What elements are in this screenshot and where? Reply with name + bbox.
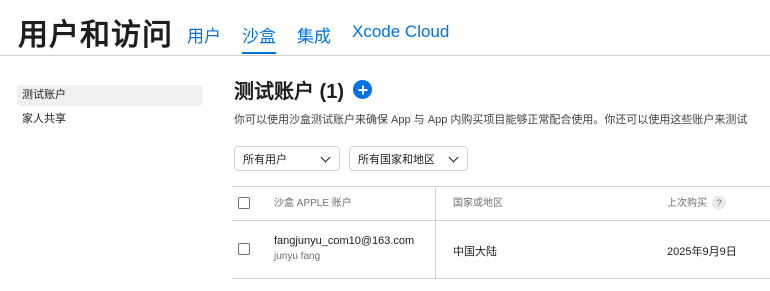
select-all-checkbox[interactable]	[238, 197, 250, 209]
table-row[interactable]: fangjunyu_com10@163.com junyu fang 中国大陆 …	[232, 221, 770, 279]
column-header-last-purchase-label: 上次购买	[667, 198, 707, 209]
region-cell: 中国大陆	[453, 246, 497, 258]
tab-sandbox[interactable]: 沙盒	[242, 22, 276, 54]
row-checkbox[interactable]	[238, 243, 250, 255]
account-email[interactable]: fangjunyu_com10@163.com	[274, 235, 414, 247]
column-divider	[435, 187, 436, 220]
tab-integrations[interactable]: 集成	[297, 22, 331, 54]
account-name: junyu fang	[274, 251, 321, 262]
filter-region-dropdown[interactable]: 所有国家和地区	[349, 146, 468, 171]
table-header-row: 沙盒 APPLE 账户 国家或地区 上次购买?	[232, 186, 770, 221]
tab-xcode-cloud[interactable]: Xcode Cloud	[352, 22, 449, 54]
tab-users[interactable]: 用户	[187, 22, 221, 54]
sidebar-item-family-sharing[interactable]: 家人共享	[17, 109, 203, 130]
last-purchase-cell: 2025年9月9日	[667, 246, 737, 258]
help-icon[interactable]: ?	[712, 196, 726, 211]
section-title: 测试账户 (1)	[234, 75, 372, 104]
section-title-text: 测试账户 (1)	[234, 81, 344, 103]
filter-region-label: 所有国家和地区	[358, 153, 435, 166]
column-divider	[435, 221, 436, 278]
account-cell: fangjunyu_com10@163.com junyu fang	[274, 235, 414, 262]
accounts-table: 沙盒 APPLE 账户 国家或地区 上次购买? fangjunyu_com10@…	[232, 186, 770, 279]
column-header-account: 沙盒 APPLE 账户	[274, 198, 352, 209]
sidebar-item-test-accounts[interactable]: 测试账户	[17, 85, 203, 106]
sidebar: 测试账户 家人共享	[17, 85, 203, 133]
column-header-region: 国家或地区	[453, 198, 503, 209]
filter-users-label: 所有用户	[243, 153, 287, 166]
add-account-button[interactable]	[353, 80, 372, 99]
filter-users-dropdown[interactable]: 所有用户	[234, 146, 340, 171]
chevron-down-icon	[320, 152, 331, 163]
tab-bar: 用户 沙盒 集成 Xcode Cloud	[187, 22, 470, 54]
header: 用户和访问 用户 沙盒 集成 Xcode Cloud	[0, 0, 770, 56]
page-title: 用户和访问	[18, 19, 173, 52]
chevron-down-icon	[448, 152, 459, 163]
section-description: 你可以使用沙盒测试账户来确保 App 与 App 内购买项目能够正常配合使用。你…	[234, 114, 748, 126]
column-header-last-purchase: 上次购买?	[667, 187, 726, 220]
